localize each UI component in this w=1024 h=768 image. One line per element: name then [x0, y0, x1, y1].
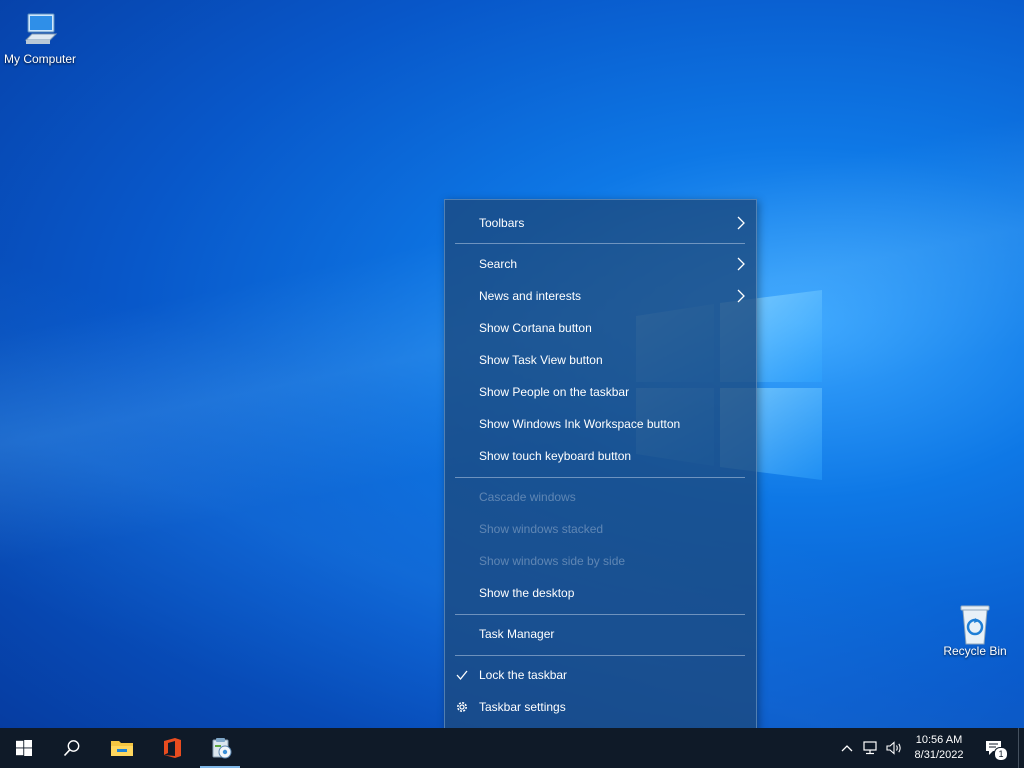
recycle-bin-icon: [955, 602, 995, 645]
menu-separator: [455, 614, 745, 615]
menu-item-taskbar-settings[interactable]: Taskbar settings: [445, 691, 756, 723]
menu-item-cascade-windows: Cascade windows: [445, 481, 756, 513]
menu-separator: [455, 655, 745, 656]
start-button[interactable]: [0, 728, 48, 768]
menu-item-label: Cascade windows: [479, 490, 576, 504]
menu-item-label: Show Windows Ink Workspace button: [479, 417, 681, 431]
setup-icon: [210, 736, 234, 760]
search-button[interactable]: [48, 728, 96, 768]
show-hidden-icons-button[interactable]: [836, 728, 858, 768]
menu-item-label: Show windows stacked: [479, 522, 604, 536]
menu-item-news-and-interests[interactable]: News and interests: [445, 280, 756, 312]
menu-item-label: Show Cortana button: [479, 321, 592, 335]
taskbar: 10:56 AM 8/31/2022 1: [0, 728, 1024, 768]
menu-item-label: Task Manager: [479, 627, 555, 641]
clock-time: 10:56 AM: [915, 734, 963, 746]
search-icon: [63, 739, 81, 757]
menu-item-label: Lock the taskbar: [479, 668, 568, 682]
office-button[interactable]: [148, 728, 196, 768]
app-button[interactable]: [198, 728, 246, 768]
desktop-icon-label: Recycle Bin: [943, 644, 1007, 658]
network-button[interactable]: [860, 728, 882, 768]
office-icon: [161, 737, 183, 759]
menu-item-label: Show People on the taskbar: [479, 385, 630, 399]
show-desktop-button[interactable]: [1018, 728, 1024, 768]
chevron-right-icon: [736, 216, 746, 230]
menu-item-label: Search: [479, 257, 518, 271]
desktop-icon-my-computer[interactable]: My Computer: [0, 10, 80, 66]
menu-separator: [455, 477, 745, 478]
menu-item-label: Show touch keyboard button: [479, 449, 632, 463]
menu-item-lock-the-taskbar[interactable]: Lock the taskbar: [445, 659, 756, 691]
desktop-icon-label: My Computer: [3, 52, 77, 66]
speaker-icon: [886, 741, 904, 755]
menu-item-label: Taskbar settings: [479, 700, 566, 714]
computer-icon: [20, 10, 60, 50]
network-icon: [863, 741, 879, 755]
chevron-up-icon: [841, 744, 853, 752]
volume-button[interactable]: [883, 728, 907, 768]
file-explorer-button[interactable]: [98, 728, 146, 768]
chevron-right-icon: [736, 257, 746, 271]
menu-item-show-windows-side-by-side: Show windows side by side: [445, 545, 756, 577]
notification-count-badge: 1: [994, 747, 1008, 761]
menu-item-label: Show Task View button: [479, 353, 603, 367]
checkmark-icon: [455, 668, 469, 682]
menu-item-label: Toolbars: [479, 216, 525, 230]
menu-item-search[interactable]: Search: [445, 248, 756, 280]
menu-item-show-people[interactable]: Show People on the taskbar: [445, 376, 756, 408]
clock-button[interactable]: 10:56 AM 8/31/2022: [908, 728, 970, 768]
menu-item-task-manager[interactable]: Task Manager: [445, 618, 756, 650]
menu-item-show-cortana-button[interactable]: Show Cortana button: [445, 312, 756, 344]
clock-date: 8/31/2022: [914, 749, 964, 761]
menu-item-show-task-view-button[interactable]: Show Task View button: [445, 344, 756, 376]
windows-logo-icon: [16, 740, 32, 756]
menu-item-show-touch-keyboard[interactable]: Show touch keyboard button: [445, 440, 756, 472]
folder-icon: [110, 738, 134, 758]
taskbar-context-menu: Toolbars Search News and interests Show …: [444, 199, 757, 732]
menu-item-label: News and interests: [479, 289, 582, 303]
menu-item-label: Show the desktop: [479, 586, 575, 600]
menu-item-toolbars[interactable]: Toolbars: [445, 207, 756, 239]
notification-icon: 1: [984, 738, 1008, 761]
menu-item-show-windows-stacked: Show windows stacked: [445, 513, 756, 545]
menu-item-show-the-desktop[interactable]: Show the desktop: [445, 577, 756, 609]
action-center-button[interactable]: 1: [978, 728, 1010, 768]
menu-item-show-windows-ink[interactable]: Show Windows Ink Workspace button: [445, 408, 756, 440]
menu-separator: [455, 243, 745, 244]
chevron-right-icon: [736, 289, 746, 303]
desktop-icon-recycle-bin[interactable]: Recycle Bin: [935, 602, 1015, 658]
menu-item-label: Show windows side by side: [479, 554, 626, 568]
gear-icon: [455, 700, 469, 714]
